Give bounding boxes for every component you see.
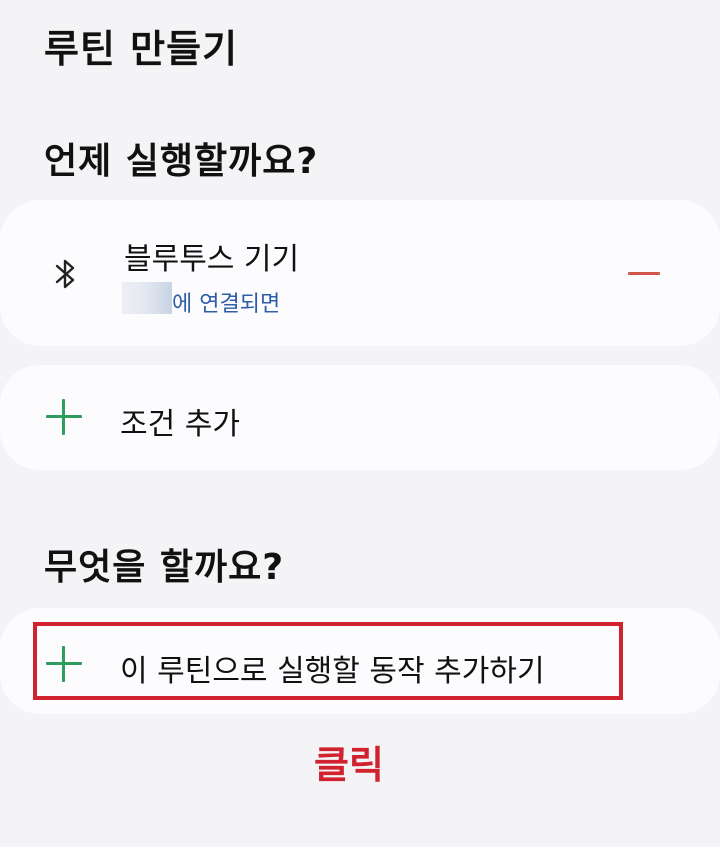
add-condition-label: 조건 추가 (120, 407, 240, 442)
trigger-title: 블루투스 기기 (124, 242, 300, 277)
page-title: 루틴 만들기 (44, 27, 239, 71)
trigger-subtitle: 에 연결되면 (172, 292, 281, 317)
what-section-title: 무엇을 할까요? (44, 547, 285, 588)
trigger-card-bluetooth[interactable]: 블루투스 기기 에 연결되면 (0, 200, 720, 346)
plus-icon (46, 399, 82, 435)
when-section-title: 언제 실행할까요? (44, 141, 319, 182)
add-condition-button[interactable]: 조건 추가 (0, 365, 720, 470)
device-name-redacted (122, 282, 172, 314)
routine-create-screen: 루틴 만들기 언제 실행할까요? 블루투스 기기 에 연결되면 조건 추가 무엇… (0, 0, 720, 847)
remove-trigger-button[interactable] (620, 256, 668, 292)
highlight-annotation-box (33, 622, 623, 700)
bluetooth-icon (55, 259, 75, 289)
minus-icon (628, 272, 660, 275)
click-annotation-label: 클릭 (314, 743, 384, 787)
